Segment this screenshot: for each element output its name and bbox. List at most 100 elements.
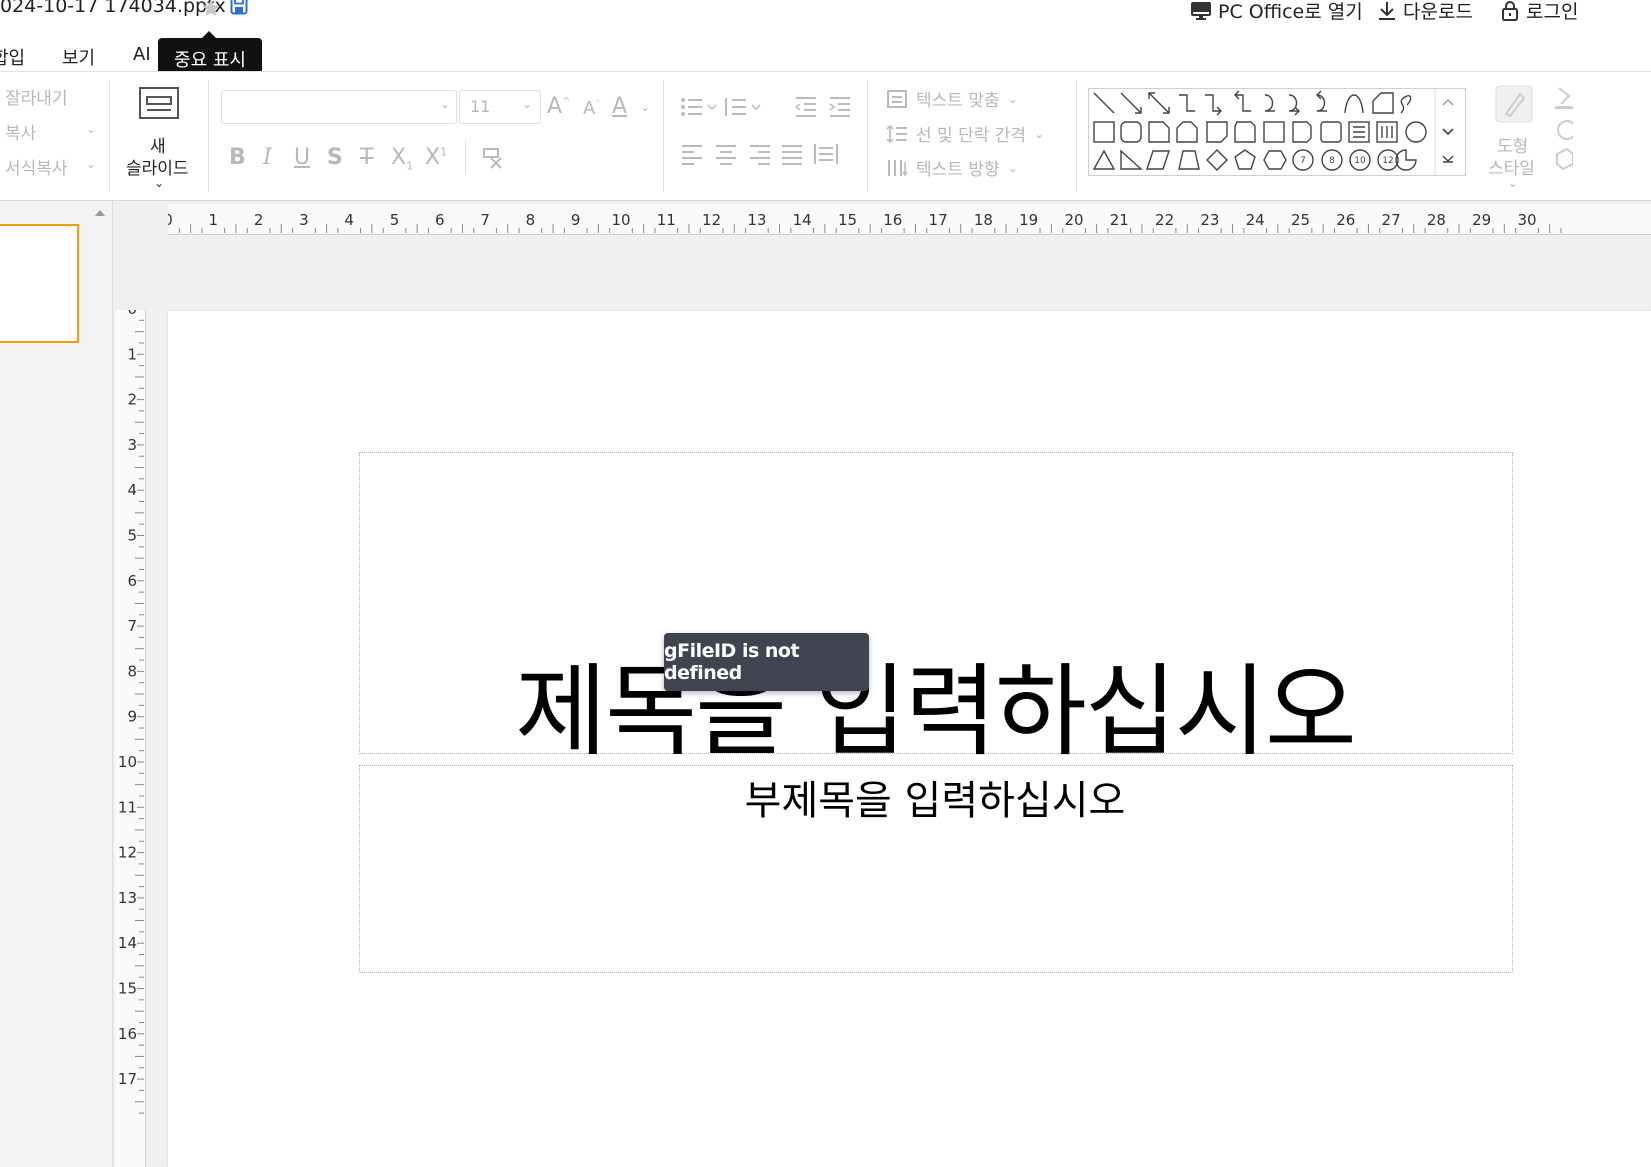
subtitle-placeholder-text[interactable]: 부제목을 입력하십시오 [359, 768, 1511, 826]
slide-thumbnail-panel [0, 201, 113, 1167]
ribbon-separator [1076, 80, 1077, 192]
vertical-ruler-ticks: 01234567891011121314151617 [118, 310, 144, 1114]
indent-decrease-icon[interactable] [794, 96, 818, 118]
v-ruler-label: 1 [127, 345, 137, 363]
svg-text:7: 7 [1300, 156, 1306, 166]
login-button[interactable]: 로그인 [1500, 0, 1578, 24]
horizontal-ruler-ticks: 0123456789101112131415161718192021222324… [168, 211, 1562, 233]
strikethrough-icon[interactable]: T [360, 145, 373, 170]
subscript-icon[interactable]: X1 [391, 145, 413, 172]
h-ruler-label: 13 [747, 211, 766, 229]
shape-style-chevron-icon[interactable]: ⌄ [1508, 176, 1518, 190]
h-ruler-label: 11 [657, 211, 676, 229]
v-ruler-label: 10 [118, 753, 137, 771]
text-direction-button[interactable]: 텍스트 방향 ⌄ [886, 155, 1018, 180]
font-color-icon[interactable]: A [612, 94, 627, 119]
ribbon-separator [663, 80, 664, 192]
font-shrink-icon[interactable]: Aˇ [583, 98, 600, 119]
text-fit-button[interactable]: 텍스트 맞춤 ⌄ [886, 86, 1018, 111]
v-ruler-label: 13 [118, 889, 137, 907]
title-placeholder-text[interactable]: 제목을 입력하십시오 [359, 630, 1511, 775]
star-icon[interactable] [201, 0, 221, 18]
h-ruler-label: 26 [1336, 211, 1355, 229]
format-painter-chevron-icon[interactable]: ⌄ [86, 157, 96, 171]
h-ruler-label: 18 [974, 211, 993, 229]
clear-format-icon[interactable] [481, 145, 507, 171]
shape-style-icon[interactable] [1494, 84, 1534, 124]
open-pc-office-button[interactable]: PC Office로 열기 [1190, 0, 1363, 24]
bold-icon[interactable]: B [229, 145, 246, 170]
h-ruler-label: 15 [838, 211, 857, 229]
justify-icon[interactable] [780, 144, 804, 166]
distribute-icon[interactable] [813, 142, 839, 166]
vertical-ruler: 01234567891011121314151617 [115, 310, 146, 1167]
numbered-list-icon[interactable] [724, 96, 764, 118]
text-direction-label: 텍스트 방향 [916, 160, 1000, 180]
menu-insert[interactable]: 합입 [0, 44, 25, 70]
font-family-select[interactable]: ⌄ [221, 90, 457, 124]
align-left-icon[interactable] [680, 144, 704, 166]
login-label: 로그인 [1526, 1, 1579, 23]
svg-text:12: 12 [1382, 156, 1393, 166]
fill-icon[interactable] [1553, 84, 1573, 174]
bullet-list-icon[interactable] [680, 96, 720, 118]
font-size-select[interactable]: 11 ⌄ [459, 90, 541, 124]
italic-icon[interactable]: I [263, 145, 272, 170]
font-color-chevron-icon[interactable]: ⌄ [640, 100, 650, 114]
open-pc-office-label: PC Office로 열기 [1218, 1, 1363, 23]
ribbon-separator [465, 140, 466, 174]
v-ruler-label: 0 [127, 310, 137, 318]
save-icon[interactable] [229, 0, 249, 16]
text-fit-icon [886, 89, 908, 109]
text-direction-icon [886, 158, 908, 178]
line-spacing-button[interactable]: 선 및 단락 간격 ⌄ [886, 121, 1044, 146]
download-button[interactable]: 다운로드 [1377, 0, 1473, 24]
superscript-icon[interactable]: X1 [425, 145, 447, 170]
v-ruler-label: 12 [118, 844, 137, 862]
format-painter-button[interactable]: 서식복사 [5, 154, 68, 179]
align-center-icon[interactable] [714, 144, 738, 166]
underline-icon[interactable]: U [294, 145, 310, 170]
monitor-icon [1190, 1, 1212, 21]
cut-button[interactable]: 잘라내기 [5, 84, 68, 109]
v-ruler-label: 16 [118, 1025, 137, 1043]
h-ruler-label: 6 [435, 211, 445, 229]
download-label: 다운로드 [1403, 1, 1473, 23]
v-ruler-label: 14 [118, 934, 137, 952]
line-spacing-icon [886, 124, 908, 144]
new-slide-icon[interactable] [138, 86, 180, 120]
scroll-up-icon[interactable] [93, 207, 107, 219]
v-ruler-label: 9 [127, 708, 137, 726]
h-ruler-label: 2 [254, 211, 264, 229]
new-slide-chevron-icon[interactable]: ⌄ [154, 176, 164, 190]
copy-button[interactable]: 복사 [5, 119, 36, 144]
h-ruler-label: 0 [168, 211, 173, 229]
copy-chevron-icon[interactable]: ⌄ [86, 122, 96, 136]
error-tooltip: gFileID is not defined [664, 633, 869, 691]
h-ruler-label: 27 [1382, 211, 1401, 229]
indent-increase-icon[interactable] [828, 96, 852, 118]
v-ruler-label: 4 [127, 481, 137, 499]
h-ruler-label: 21 [1110, 211, 1129, 229]
h-ruler-label: 10 [611, 211, 630, 229]
ribbon-separator [208, 80, 209, 192]
h-ruler-label: 5 [390, 211, 400, 229]
v-ruler-label: 11 [118, 798, 137, 816]
h-ruler-label: 24 [1246, 211, 1265, 229]
menu-view[interactable]: 보기 [62, 44, 95, 70]
h-ruler-label: 29 [1472, 211, 1491, 229]
h-ruler-label: 9 [571, 211, 581, 229]
h-ruler-label: 28 [1427, 211, 1446, 229]
lock-icon [1500, 0, 1520, 22]
menu-ai[interactable]: AI [133, 44, 151, 65]
font-grow-icon[interactable]: A^ [547, 94, 570, 119]
file-name[interactable]: 024-10-17 174034.pptx [0, 0, 226, 17]
shadow-icon[interactable]: S [327, 145, 343, 170]
align-right-icon[interactable] [748, 144, 772, 166]
h-ruler-label: 12 [702, 211, 721, 229]
shape-gallery[interactable]: 7 8 10 12 [1088, 88, 1466, 176]
h-ruler-label: 20 [1064, 211, 1083, 229]
slide-thumbnail[interactable] [0, 224, 79, 343]
v-ruler-label: 3 [127, 436, 137, 454]
h-ruler-label: 14 [793, 211, 812, 229]
